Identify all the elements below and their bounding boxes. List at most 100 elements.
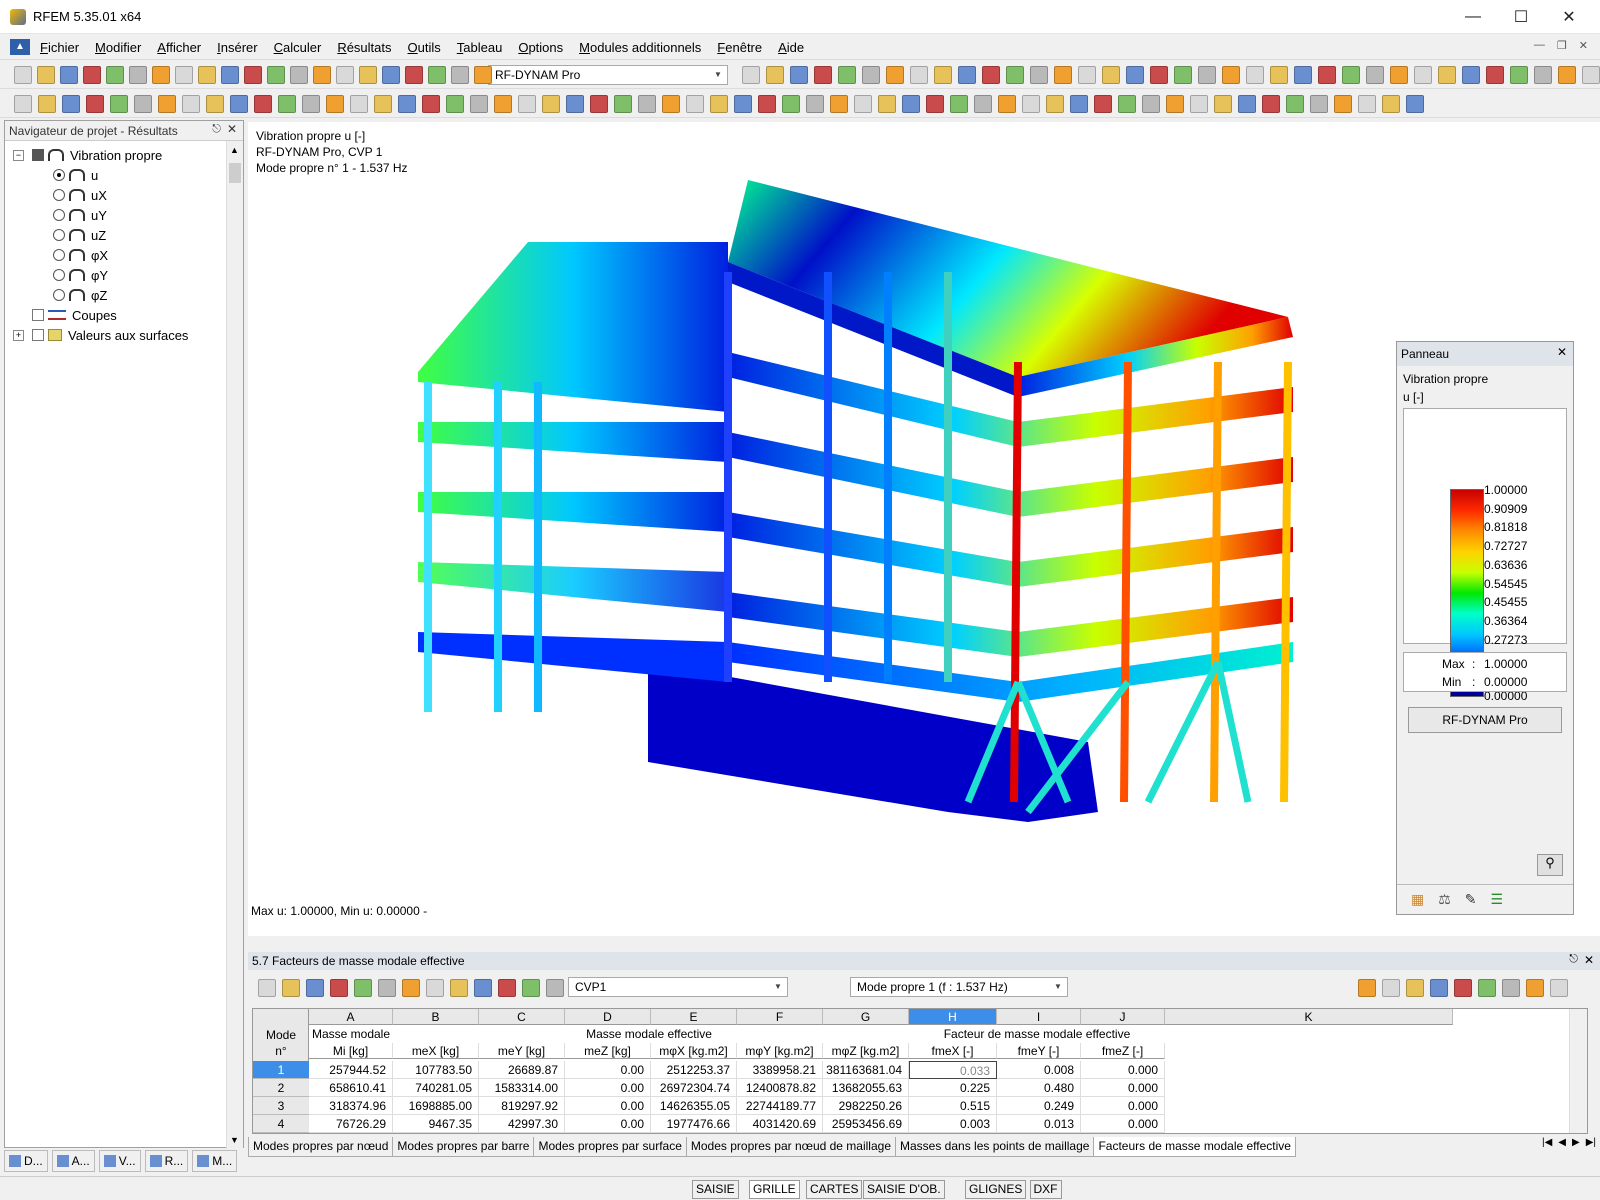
toolbar-tool-icon[interactable] xyxy=(1238,95,1256,113)
toolbar-tool-icon[interactable] xyxy=(958,66,976,84)
menu-fenetre[interactable]: Fenêtre xyxy=(717,40,762,55)
toolbar-tool-icon[interactable] xyxy=(1214,95,1232,113)
toolbar-tool-icon[interactable] xyxy=(306,979,324,997)
toolbar-tool-icon[interactable] xyxy=(230,95,248,113)
toolbar-tool-icon[interactable] xyxy=(86,95,104,113)
radio[interactable] xyxy=(53,229,65,241)
toolbar-tool-icon[interactable] xyxy=(1022,95,1040,113)
table-cell[interactable]: 3389958.21 xyxy=(737,1061,823,1079)
toolbar-tool-icon[interactable] xyxy=(1030,66,1048,84)
row-header[interactable]: 3 xyxy=(253,1097,309,1115)
table-cell[interactable]: 26972304.74 xyxy=(651,1079,737,1097)
row-header[interactable]: 2 xyxy=(253,1079,309,1097)
toolbar-tool-icon[interactable] xyxy=(129,66,147,84)
menu-fichier[interactable]: Fichier xyxy=(40,40,79,55)
status-toggle-button[interactable]: CARTES xyxy=(806,1180,863,1199)
toolbar-tool-icon[interactable] xyxy=(1246,66,1264,84)
toolbar-tool-icon[interactable] xyxy=(1414,66,1432,84)
column-header[interactable]: H xyxy=(909,1009,997,1025)
toolbar-tool-icon[interactable] xyxy=(1390,66,1408,84)
toolbar-tool-icon[interactable] xyxy=(474,979,492,997)
navigator-tab[interactable]: R... xyxy=(144,1150,189,1172)
toolbar-tool-icon[interactable] xyxy=(1342,66,1360,84)
toolbar-tool-icon[interactable] xyxy=(902,95,920,113)
table-cell[interactable]: 0.515 xyxy=(909,1097,997,1115)
toolbar-tool-icon[interactable] xyxy=(1438,66,1456,84)
toolbar-tool-icon[interactable] xyxy=(1358,95,1376,113)
navigator-tab[interactable]: M... xyxy=(192,1150,238,1172)
table-cell[interactable]: 381163681.04 xyxy=(823,1061,909,1079)
navigator-scrollbar[interactable]: ▲ ▼ xyxy=(226,141,243,1149)
table-cell[interactable]: 25953456.69 xyxy=(823,1115,909,1133)
toolbar-tool-icon[interactable] xyxy=(1550,979,1568,997)
table-cell[interactable]: 0.000 xyxy=(1081,1115,1165,1133)
results-tab[interactable]: Modes propres par surface xyxy=(533,1137,687,1157)
checkbox[interactable] xyxy=(32,149,44,161)
toolbar-tool-icon[interactable] xyxy=(522,979,540,997)
pin-icon[interactable]: ⎋ xyxy=(1569,953,1578,966)
table-cell[interactable]: 2512253.37 xyxy=(651,1061,737,1079)
toolbar-tool-icon[interactable] xyxy=(422,95,440,113)
radio-selected[interactable] xyxy=(53,169,65,181)
toolbar-tool-icon[interactable] xyxy=(37,66,55,84)
scroll-down-icon[interactable]: ▼ xyxy=(230,1135,239,1145)
menu-options[interactable]: Options xyxy=(518,40,563,55)
toolbar-tool-icon[interactable] xyxy=(152,66,170,84)
results-tab[interactable]: Masses dans les points de maillage xyxy=(895,1137,1095,1157)
toolbar-tool-icon[interactable] xyxy=(62,95,80,113)
status-toggle-button[interactable]: SAISIE xyxy=(692,1180,739,1199)
toolbar-tool-icon[interactable] xyxy=(974,95,992,113)
toolbar-tool-icon[interactable] xyxy=(1174,66,1192,84)
toolbar-tool-icon[interactable] xyxy=(1006,66,1024,84)
toolbar-tool-icon[interactable] xyxy=(14,66,32,84)
table-cell[interactable]: 1698885.00 xyxy=(393,1097,479,1115)
mdi-close-icon[interactable]: ✕ xyxy=(1579,39,1588,52)
toolbar-tool-icon[interactable] xyxy=(451,66,469,84)
toolbar-tool-icon[interactable] xyxy=(1294,66,1312,84)
toolbar-tool-icon[interactable] xyxy=(198,66,216,84)
color-scale-icon[interactable]: ▦ xyxy=(1411,891,1424,908)
tree-vibration-propre[interactable]: − Vibration propre xyxy=(13,145,162,165)
table-cell[interactable]: 0.008 xyxy=(997,1061,1081,1079)
toolbar-tool-icon[interactable] xyxy=(494,95,512,113)
table-cell[interactable]: 76726.29 xyxy=(309,1115,393,1133)
tree-item-ux[interactable]: uX xyxy=(53,185,107,205)
toolbar-tool-icon[interactable] xyxy=(1582,66,1600,84)
toolbar-tool-icon[interactable] xyxy=(1166,95,1184,113)
toolbar-tool-icon[interactable] xyxy=(1190,95,1208,113)
table-cell[interactable]: 740281.05 xyxy=(393,1079,479,1097)
toolbar-tool-icon[interactable] xyxy=(686,95,704,113)
toolbar-tool-icon[interactable] xyxy=(426,979,444,997)
last-tab-icon[interactable]: ▶| xyxy=(1586,1137,1596,1148)
table-cell[interactable]: 12400878.82 xyxy=(737,1079,823,1097)
table-cell[interactable]: 0.000 xyxy=(1081,1097,1165,1115)
toolbar-tool-icon[interactable] xyxy=(742,66,760,84)
toolbar-tool-icon[interactable] xyxy=(1318,66,1336,84)
results-grid[interactable]: A B C D E F G H I J K Mode n° Masse modale Masse modal… xyxy=(252,1008,1588,1134)
toolbar-tool-icon[interactable] xyxy=(758,95,776,113)
menu-afficher[interactable]: Afficher xyxy=(157,40,201,55)
menu-inserer[interactable]: Insérer xyxy=(217,40,257,55)
toolbar-tool-icon[interactable] xyxy=(1526,979,1544,997)
toolbar-tool-icon[interactable] xyxy=(886,66,904,84)
toolbar-tool-icon[interactable] xyxy=(1142,95,1160,113)
toolbar-tool-icon[interactable] xyxy=(336,66,354,84)
tree-item-phiz[interactable]: φZ xyxy=(53,285,107,305)
menu-modules[interactable]: Modules additionnels xyxy=(579,40,701,55)
radio[interactable] xyxy=(53,209,65,221)
table-cell[interactable]: 4031420.69 xyxy=(737,1115,823,1133)
grid-scrollbar[interactable] xyxy=(1569,1009,1587,1133)
status-toggle-button[interactable]: SAISIE D'OB. xyxy=(863,1180,945,1199)
toolbar-tool-icon[interactable] xyxy=(398,95,416,113)
column-header[interactable]: A xyxy=(309,1009,393,1025)
toolbar-tool-icon[interactable] xyxy=(862,66,880,84)
chevron-down-icon[interactable]: ▼ xyxy=(711,68,725,82)
zoom-legend-icon[interactable]: ⚲ xyxy=(1537,854,1563,876)
rf-dynam-button[interactable]: RF-DYNAM Pro xyxy=(1408,707,1562,733)
table-cell[interactable]: 819297.92 xyxy=(479,1097,565,1115)
toolbar-tool-icon[interactable] xyxy=(470,95,488,113)
table-cell[interactable]: 107783.50 xyxy=(393,1061,479,1079)
table-cell[interactable]: 22744189.77 xyxy=(737,1097,823,1115)
toolbar-tool-icon[interactable] xyxy=(518,95,536,113)
table-cell[interactable]: 14626355.05 xyxy=(651,1097,737,1115)
